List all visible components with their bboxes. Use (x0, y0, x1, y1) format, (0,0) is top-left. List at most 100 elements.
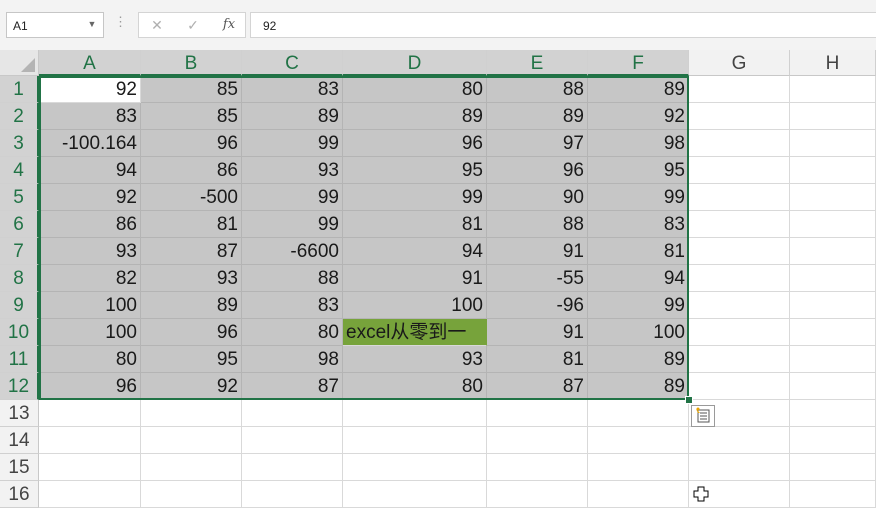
cell-g4[interactable] (689, 157, 790, 184)
cell-a15[interactable] (39, 454, 141, 481)
cell-d15[interactable] (343, 454, 487, 481)
insert-function-icon[interactable]: fx (211, 13, 247, 37)
row-header-12[interactable]: 12 (0, 373, 39, 400)
cell-h2[interactable] (790, 103, 876, 130)
cell-f3[interactable]: 98 (588, 130, 689, 157)
cell-g14[interactable] (689, 427, 790, 454)
cell-f5[interactable]: 99 (588, 184, 689, 211)
cell-g3[interactable] (689, 130, 790, 157)
cell-f8[interactable]: 94 (588, 265, 689, 292)
cell-f7[interactable]: 81 (588, 238, 689, 265)
row-header-10[interactable]: 10 (0, 319, 39, 346)
chevron-down-icon[interactable]: ▼ (87, 19, 97, 29)
cell-c8[interactable]: 88 (242, 265, 343, 292)
cell-d2[interactable]: 89 (343, 103, 487, 130)
cell-f6[interactable]: 83 (588, 211, 689, 238)
cell-c14[interactable] (242, 427, 343, 454)
cell-c11[interactable]: 98 (242, 346, 343, 373)
cell-g9[interactable] (689, 292, 790, 319)
cell-g2[interactable] (689, 103, 790, 130)
cell-b16[interactable] (141, 481, 242, 508)
cell-f1[interactable]: 89 (588, 76, 689, 103)
cell-h16[interactable] (790, 481, 876, 508)
row-header-15[interactable]: 15 (0, 454, 39, 481)
cell-g11[interactable] (689, 346, 790, 373)
cell-b1[interactable]: 85 (141, 76, 242, 103)
cell-c1[interactable]: 83 (242, 76, 343, 103)
cell-a8[interactable]: 82 (39, 265, 141, 292)
row-header-3[interactable]: 3 (0, 130, 39, 157)
cell-b2[interactable]: 85 (141, 103, 242, 130)
cell-c5[interactable]: 99 (242, 184, 343, 211)
cell-a10[interactable]: 100 (39, 319, 141, 346)
cell-h11[interactable] (790, 346, 876, 373)
cell-d6[interactable]: 81 (343, 211, 487, 238)
cell-b8[interactable]: 93 (141, 265, 242, 292)
cell-d10[interactable]: excel从零到一 (343, 319, 487, 346)
row-header-16[interactable]: 16 (0, 481, 39, 508)
cell-g8[interactable] (689, 265, 790, 292)
cell-b3[interactable]: 96 (141, 130, 242, 157)
cell-f16[interactable] (588, 481, 689, 508)
cell-b14[interactable] (141, 427, 242, 454)
row-header-13[interactable]: 13 (0, 400, 39, 427)
cell-c6[interactable]: 99 (242, 211, 343, 238)
cell-g1[interactable] (689, 76, 790, 103)
cell-h14[interactable] (790, 427, 876, 454)
cell-a13[interactable] (39, 400, 141, 427)
cell-e5[interactable]: 90 (487, 184, 588, 211)
cell-e15[interactable] (487, 454, 588, 481)
column-header-c[interactable]: C (242, 50, 343, 76)
column-header-a[interactable]: A (39, 50, 141, 76)
cell-e1[interactable]: 88 (487, 76, 588, 103)
cell-h4[interactable] (790, 157, 876, 184)
cell-a4[interactable]: 94 (39, 157, 141, 184)
cell-g15[interactable] (689, 454, 790, 481)
cell-b4[interactable]: 86 (141, 157, 242, 184)
column-header-f[interactable]: F (588, 50, 689, 76)
cell-b15[interactable] (141, 454, 242, 481)
fill-handle[interactable] (685, 396, 693, 404)
cell-c13[interactable] (242, 400, 343, 427)
cell-d16[interactable] (343, 481, 487, 508)
cell-a3[interactable]: -100.164 (39, 130, 141, 157)
cell-c3[interactable]: 99 (242, 130, 343, 157)
column-header-g[interactable]: G (689, 50, 790, 76)
cell-f10[interactable]: 100 (588, 319, 689, 346)
cell-a2[interactable]: 83 (39, 103, 141, 130)
cell-g7[interactable] (689, 238, 790, 265)
cell-e11[interactable]: 81 (487, 346, 588, 373)
quick-analysis-button[interactable] (691, 405, 715, 427)
cell-a12[interactable]: 96 (39, 373, 141, 400)
cell-c4[interactable]: 93 (242, 157, 343, 184)
cell-d9[interactable]: 100 (343, 292, 487, 319)
cell-c10[interactable]: 80 (242, 319, 343, 346)
cell-g12[interactable] (689, 373, 790, 400)
cell-d11[interactable]: 93 (343, 346, 487, 373)
row-header-7[interactable]: 7 (0, 238, 39, 265)
cell-h15[interactable] (790, 454, 876, 481)
cell-e16[interactable] (487, 481, 588, 508)
column-header-b[interactable]: B (141, 50, 242, 76)
cell-d4[interactable]: 95 (343, 157, 487, 184)
cell-c2[interactable]: 89 (242, 103, 343, 130)
cell-a14[interactable] (39, 427, 141, 454)
cell-f4[interactable]: 95 (588, 157, 689, 184)
cell-e7[interactable]: 91 (487, 238, 588, 265)
row-header-11[interactable]: 11 (0, 346, 39, 373)
cell-h13[interactable] (790, 400, 876, 427)
cell-d14[interactable] (343, 427, 487, 454)
cell-c16[interactable] (242, 481, 343, 508)
cell-a11[interactable]: 80 (39, 346, 141, 373)
column-header-e[interactable]: E (487, 50, 588, 76)
cell-a1[interactable]: 92 (39, 76, 141, 103)
cell-h12[interactable] (790, 373, 876, 400)
cell-d13[interactable] (343, 400, 487, 427)
cell-f13[interactable] (588, 400, 689, 427)
cell-f12[interactable]: 89 (588, 373, 689, 400)
cell-a9[interactable]: 100 (39, 292, 141, 319)
cell-b13[interactable] (141, 400, 242, 427)
cell-g5[interactable] (689, 184, 790, 211)
cell-a5[interactable]: 92 (39, 184, 141, 211)
cell-f11[interactable]: 89 (588, 346, 689, 373)
